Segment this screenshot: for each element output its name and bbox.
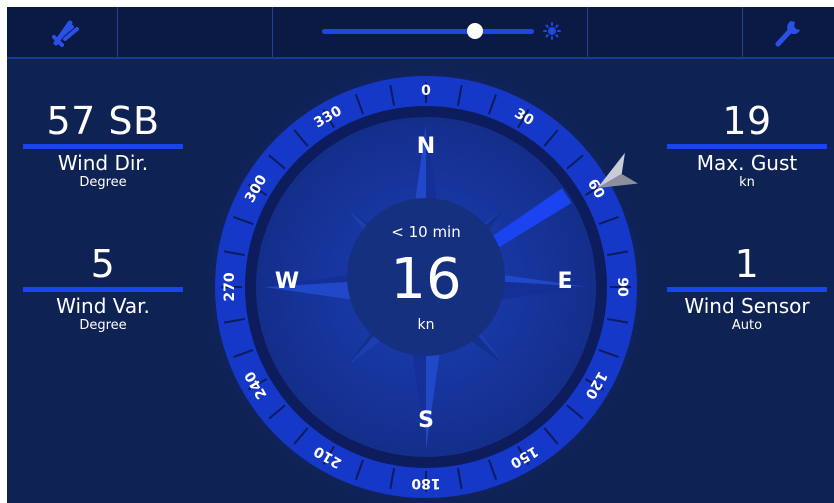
wind-display-screen: 57 SB Wind Dir. Degree 5 Wind Var. Degre… xyxy=(7,7,834,503)
degree-label: 270 xyxy=(222,272,238,301)
period-label: < 10 min xyxy=(391,223,460,241)
wind-speed-unit: kn xyxy=(418,317,435,333)
cardinal-north: N xyxy=(417,134,435,159)
cardinal-south: S xyxy=(418,408,434,433)
compass-dial: 0306090120150180210240270300330 < 10 min… xyxy=(194,55,658,503)
degree-label: 0 xyxy=(421,83,431,99)
degree-label: 180 xyxy=(411,475,440,491)
degree-label: 90 xyxy=(614,277,630,297)
cardinal-west: W xyxy=(275,269,299,294)
wind-speed-value: 16 xyxy=(390,247,461,312)
cardinal-east: E xyxy=(557,269,572,294)
